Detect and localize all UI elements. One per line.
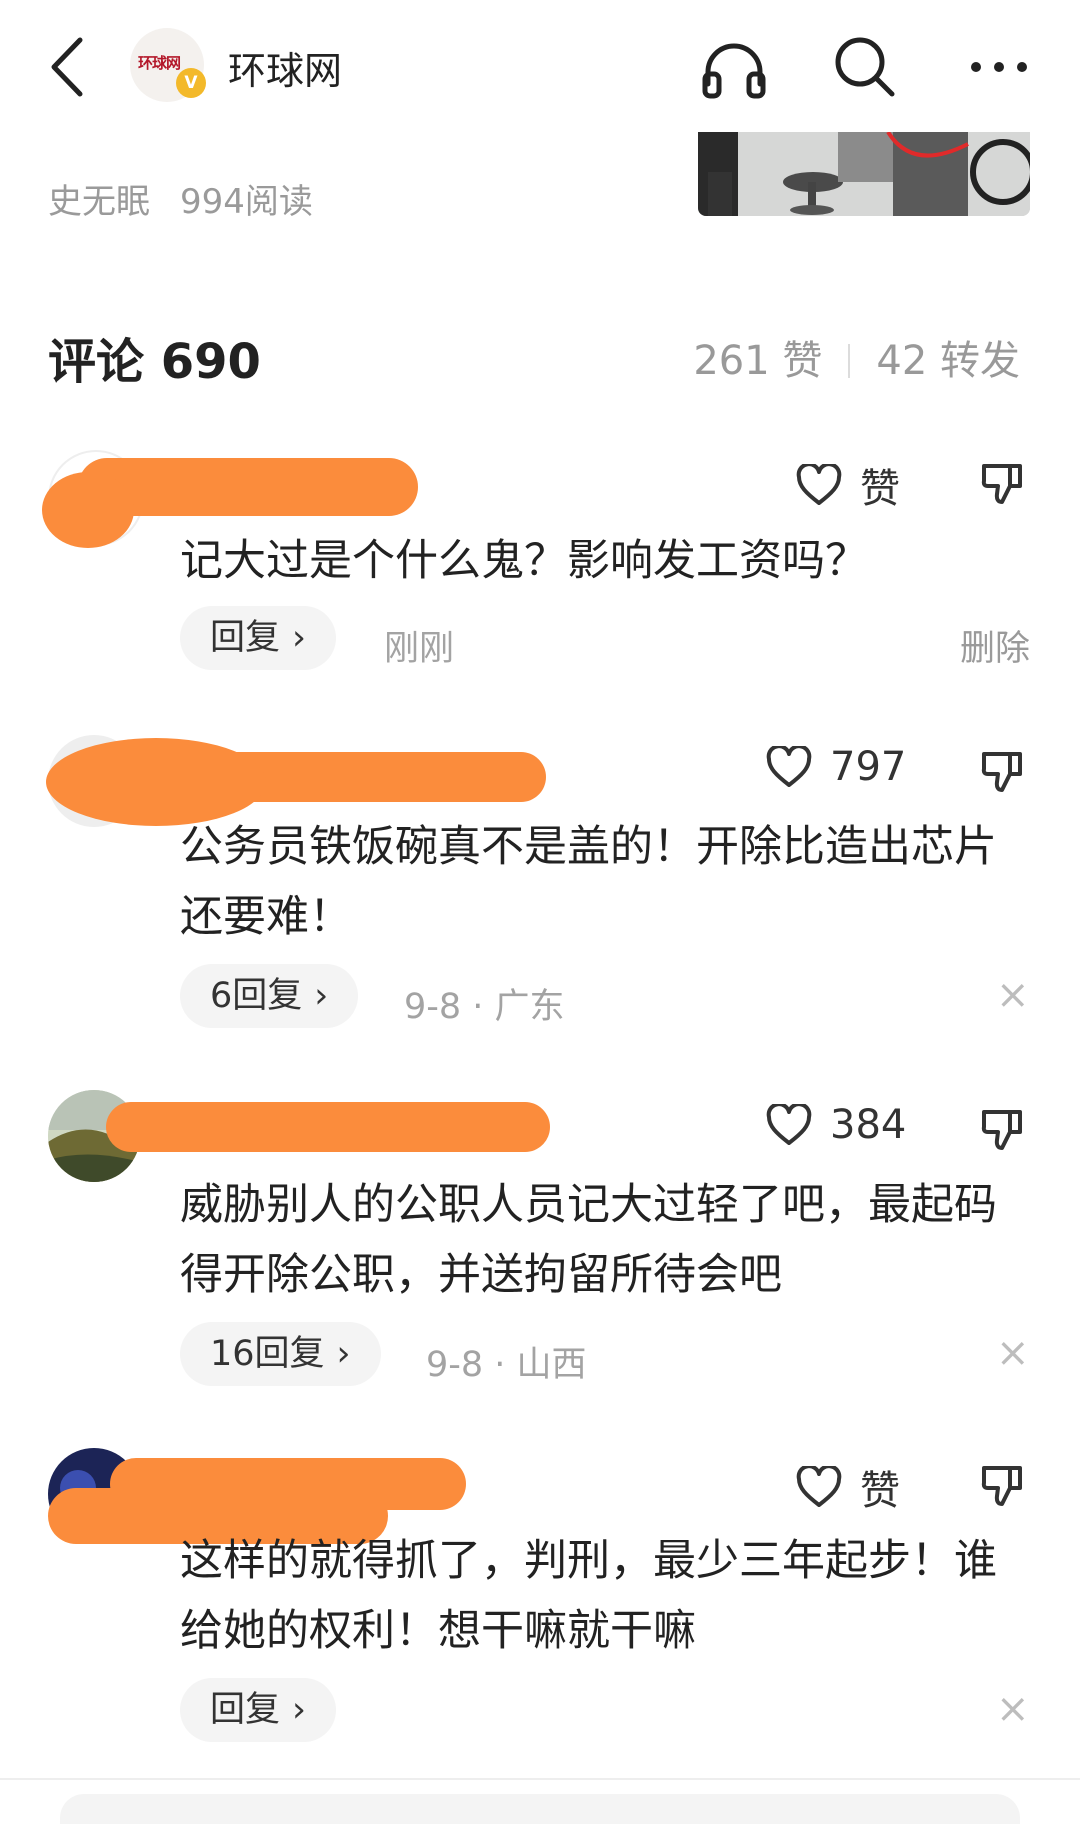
reply-button[interactable]: 16回复 › [180, 1322, 381, 1386]
reply-button[interactable]: 回复 › [180, 606, 337, 670]
heart-icon [766, 1104, 812, 1145]
brand-name[interactable]: 环球网 [228, 40, 342, 95]
reply-button[interactable]: 回复 › [180, 1678, 337, 1742]
brand-logo-text: 环球网 [138, 54, 181, 72]
reply-label: 6回复 [210, 976, 303, 1016]
search-icon[interactable] [832, 34, 898, 100]
article-read-count: 994阅读 [180, 182, 313, 222]
reply-button[interactable]: 6回复 › [180, 964, 359, 1028]
chevron-right-icon: › [336, 1334, 351, 1374]
like-button[interactable]: 赞 [796, 456, 900, 514]
article-thumbnail[interactable] [698, 132, 1030, 216]
close-icon[interactable]: × [996, 1686, 1030, 1732]
dislike-icon[interactable] [980, 748, 1024, 794]
close-icon[interactable]: × [996, 972, 1030, 1018]
comment-input-bar[interactable] [60, 1794, 1020, 1824]
like-count: 赞 [860, 1468, 900, 1514]
like-count: 384 [830, 1102, 907, 1148]
comment-time: 刚刚 [384, 629, 455, 669]
dislike-icon[interactable] [980, 460, 1024, 506]
shares-count[interactable]: 42 转发 [876, 338, 1020, 384]
comment-time-location: 9-8 · 广东 [404, 987, 565, 1027]
heart-icon [796, 1466, 842, 1507]
chevron-right-icon: › [292, 618, 307, 658]
stats-divider [848, 344, 851, 378]
like-button[interactable]: 797 [766, 744, 906, 790]
comments-count-title: 评论 690 [48, 334, 261, 390]
brand-avatar[interactable]: 环球网 V [130, 28, 206, 102]
comment-text: 记大过是个什么鬼？影响发工资吗？ [180, 536, 868, 586]
bottom-divider [0, 1778, 1080, 1780]
reply-label: 回复 [210, 1690, 281, 1730]
verified-badge-icon: V [176, 68, 206, 98]
article-author[interactable]: 史无眠 [48, 174, 150, 223]
reply-label: 回复 [210, 618, 281, 658]
chevron-right-icon: › [292, 1690, 307, 1730]
headphones-icon[interactable] [700, 38, 768, 100]
like-count: 赞 [860, 466, 900, 512]
reply-label: 16回复 [210, 1334, 325, 1374]
comment-time-location: 9-8 · 山西 [426, 1345, 587, 1385]
heart-icon [796, 464, 842, 505]
comment-text: 公务员铁饭碗真不是盖的！开除比造出芯片还要难！ [180, 822, 997, 942]
heart-icon [766, 746, 812, 787]
more-icon[interactable] [968, 58, 1030, 76]
comment-text: 威胁别人的公职人员记大过轻了吧，最起码得开除公职，并送拘留所待会吧 [180, 1180, 997, 1300]
like-button[interactable]: 384 [766, 1102, 906, 1148]
dislike-icon[interactable] [980, 1462, 1024, 1508]
article-stats: 261 赞 42 转发 [693, 328, 1020, 386]
dislike-icon[interactable] [980, 1106, 1024, 1152]
redacted-username [106, 1102, 550, 1152]
back-icon[interactable] [46, 34, 86, 100]
chevron-right-icon: › [314, 976, 329, 1016]
close-icon[interactable]: × [996, 1330, 1030, 1376]
like-button[interactable]: 赞 [796, 1458, 900, 1516]
comment-text: 这样的就得抓了，判刑，最少三年起步！谁给她的权利！想干嘛就干嘛 [180, 1536, 997, 1656]
like-count: 797 [830, 744, 907, 790]
delete-button[interactable]: 删除 [960, 620, 1030, 671]
likes-count[interactable]: 261 赞 [693, 338, 822, 384]
redacted-avatar [42, 472, 134, 548]
